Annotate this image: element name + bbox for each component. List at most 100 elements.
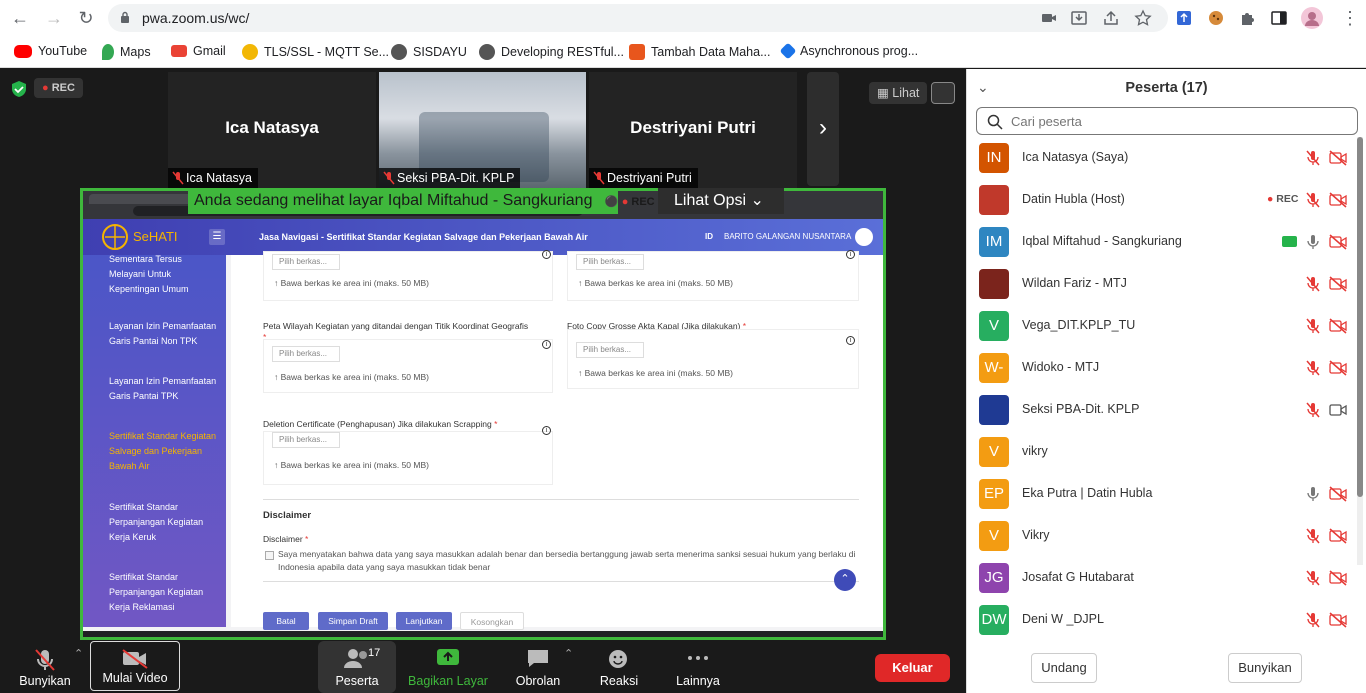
back-icon[interactable]: ← [10,8,30,28]
sidebar-item[interactable]: Layanan Izin Pemanfaatan Garis Pantai No… [109,319,219,349]
bookmark-tls[interactable]: TLS/SSL - MQTT Se... [242,44,389,60]
sidebar-item-active[interactable]: Sertifikat Standar Kegiatan Salvage dan … [109,429,219,474]
mic-muted-icon[interactable] [1304,318,1322,334]
start-video-button[interactable]: Mulai Video [90,641,180,691]
profile-avatar[interactable] [1300,6,1324,30]
participant-row[interactable]: DW Deni W _DJPL [967,599,1357,641]
cookie-icon[interactable] [1207,9,1225,27]
pick-file-button[interactable]: Pilih berkas... [272,254,340,270]
participant-row[interactable]: V Vega_DIT.KPLP_TU [967,305,1357,347]
pick-file-button[interactable]: Pilih berkas... [576,254,644,270]
participant-row[interactable]: JG Josafat G Hutabarat [967,557,1357,599]
forward-icon[interactable]: → [44,8,64,28]
mic-icon[interactable] [1304,486,1322,502]
mic-muted-icon[interactable] [1304,276,1322,292]
video-off-icon[interactable] [1329,360,1347,376]
sidebar-item[interactable]: Sementara Tersus Melayani Untuk Kepentin… [109,252,219,297]
view-options-button[interactable]: Lihat Opsi ⌄ [658,188,784,214]
next-page-arrow-icon[interactable]: › [807,72,839,186]
side-panel-icon[interactable] [1270,9,1288,27]
extension-upload-icon[interactable] [1175,9,1193,27]
participant-row[interactable]: Datin Hubla (Host) ● REC [967,179,1357,221]
drop-zone[interactable]: ↑ Bawa berkas ke area ini (maks. 50 MB) [274,372,429,382]
video-tile-camera[interactable]: Seksi PBA-Dit. KPLP [379,72,586,188]
video-off-icon[interactable] [1329,612,1347,628]
participant-row[interactable]: W- Widoko - MTJ [967,347,1357,389]
video-icon[interactable] [1329,402,1347,418]
search-input[interactable] [1011,112,1341,130]
unmute-all-button[interactable]: Bunyikan [1228,653,1302,683]
chevron-up-icon[interactable]: ⌃ [74,647,83,660]
drop-zone[interactable]: ↑ Bawa berkas ke area ini (maks. 50 MB) [578,368,733,378]
menu-icon[interactable]: ⋮ [1340,8,1360,28]
info-icon[interactable]: i [542,426,551,435]
pick-file-button[interactable]: Pilih berkas... [576,342,644,358]
drop-zone[interactable]: ↑ Bawa berkas ke area ini (maks. 50 MB) [578,278,733,288]
pick-file-button[interactable]: Pilih berkas... [272,346,340,362]
leave-button[interactable]: Keluar [875,654,950,682]
video-off-icon[interactable] [1329,276,1347,292]
info-icon[interactable]: i [846,336,855,345]
view-button[interactable]: ▦ Lihat [869,82,928,104]
cancel-button[interactable]: Batal [263,612,309,630]
video-tile[interactable]: Ica Natasya Ica Natasya [168,72,376,188]
video-off-icon[interactable] [1329,528,1347,544]
participant-row[interactable]: IM Iqbal Miftahud - Sangkuriang [967,221,1357,263]
scrollbar-thumb[interactable] [1357,137,1363,497]
unmute-button[interactable]: Bunyikan [10,641,80,693]
bookmark-async[interactable]: Asynchronous prog... [779,42,918,60]
drop-zone[interactable]: ↑ Bawa berkas ke area ini (maks. 50 MB) [274,278,429,288]
bookmark-youtube[interactable]: YouTube [14,44,87,58]
bookmark-sisdayu[interactable]: SISDAYU [391,44,467,60]
more-button[interactable]: Lainnya [666,641,730,693]
mic-muted-icon[interactable] [1304,192,1322,208]
participant-row[interactable]: Wildan Fariz - MTJ [967,263,1357,305]
info-icon[interactable]: i [846,250,855,259]
invite-button[interactable]: Undang [1031,653,1097,683]
video-tile[interactable]: Destriyani Putri Destriyani Putri [589,72,797,188]
video-off-icon[interactable] [1329,192,1347,208]
camera-icon[interactable] [1040,9,1058,27]
video-off-icon[interactable] [1329,150,1347,166]
info-icon[interactable]: i [542,250,551,259]
bookmark-gmail[interactable]: Gmail [171,44,226,58]
video-off-icon[interactable] [1329,318,1347,334]
continue-button[interactable]: Lanjutkan [396,612,452,630]
chat-button[interactable]: Obrolan [504,641,572,693]
bookmark-restful[interactable]: Developing RESTful... [479,44,624,60]
participant-row[interactable]: IN Ica Natasya (Saya) [967,137,1357,179]
mic-muted-icon[interactable] [1304,150,1322,166]
share-screen-button[interactable]: Bagikan Layar [404,641,492,693]
chevron-up-icon[interactable]: ⌃ [564,647,573,660]
participant-row[interactable]: V Vikry [967,515,1357,557]
mic-muted-icon[interactable] [1304,528,1322,544]
install-icon[interactable] [1070,9,1088,27]
participant-row[interactable]: Vvikry [967,431,1357,473]
bookmark-tambah-data[interactable]: Tambah Data Maha... [629,44,771,60]
share-icon[interactable] [1102,9,1120,27]
mic-muted-icon[interactable] [1304,360,1322,376]
sidebar-item[interactable]: Sertifikat Standar Perpanjangan Kegiatan… [109,570,219,615]
user-avatar[interactable] [855,228,873,246]
drop-zone[interactable]: ↑ Bawa berkas ke area ini (maks. 50 MB) [274,460,429,470]
clear-button[interactable]: Kosongkan [460,612,524,630]
participant-search[interactable] [976,107,1358,135]
mic-muted-icon[interactable] [1304,402,1322,418]
reactions-button[interactable]: Reaksi [588,641,650,693]
video-off-icon[interactable] [1329,234,1347,250]
bookmark-maps[interactable]: Maps [102,44,151,60]
extensions-puzzle-icon[interactable] [1238,9,1256,27]
pick-file-button[interactable]: Pilih berkas... [272,432,340,448]
star-icon[interactable] [1134,9,1152,27]
sidebar-item[interactable]: Sertifikat Standar Perpanjangan Kegiatan… [109,500,219,545]
mic-muted-icon[interactable] [1304,612,1322,628]
scroll-top-icon[interactable]: ⌃ [834,569,856,591]
hamburger-menu-icon[interactable]: ☰ [209,229,225,245]
sidebar-item[interactable]: Layanan Izin Pemanfaatan Garis Pantai TP… [109,374,219,404]
video-off-icon[interactable] [1329,570,1347,586]
address-bar[interactable]: pwa.zoom.us/wc/ [108,4,1168,32]
participant-row[interactable]: EP Eka Putra | Datin Hubla [967,473,1357,515]
mic-muted-icon[interactable] [1304,570,1322,586]
disclaimer-checkbox[interactable] [265,551,274,560]
participant-row[interactable]: Seksi PBA-Dit. KPLP [967,389,1357,431]
